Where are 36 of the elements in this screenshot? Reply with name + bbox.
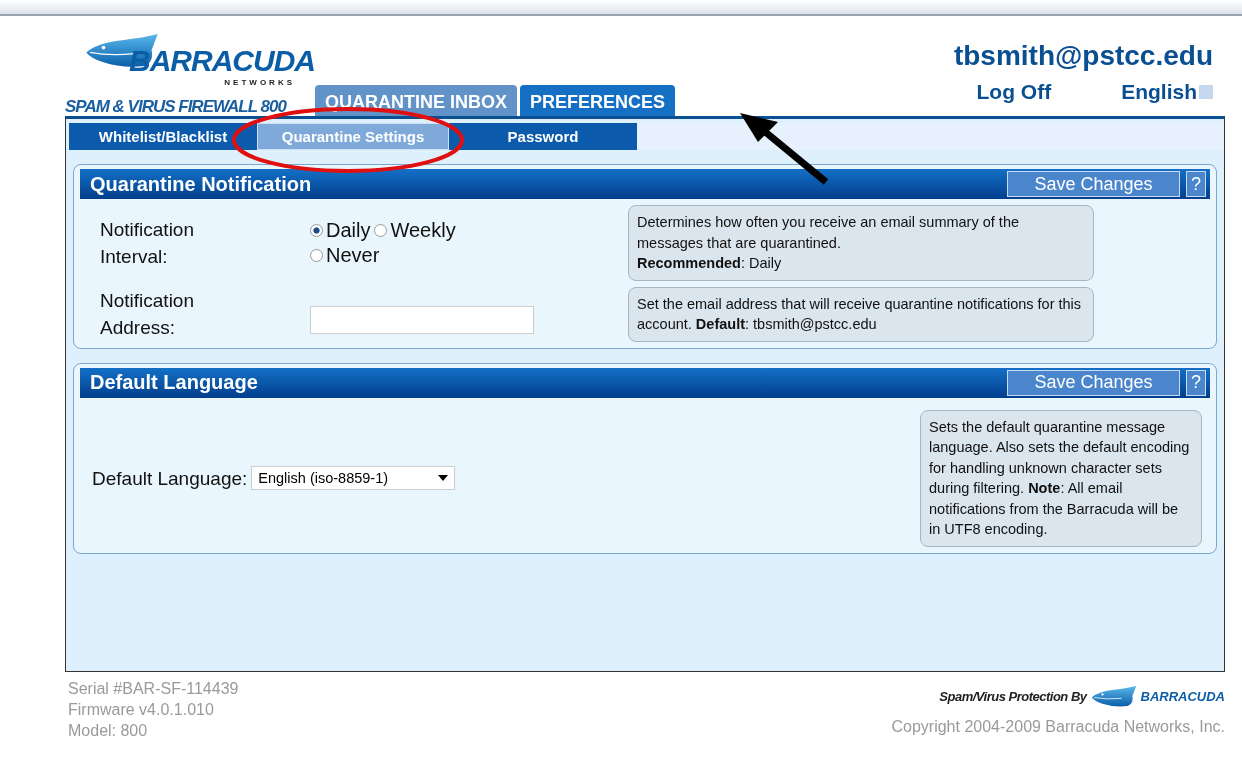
help-button[interactable]: ? (1186, 171, 1206, 197)
address-input-field[interactable] (310, 306, 534, 334)
barracuda-fish-icon (1090, 684, 1137, 708)
device-info: Firmware v4.0.1.010 (68, 700, 215, 720)
field-label: Default Language: (91, 466, 249, 491)
option-label: Never (326, 243, 380, 267)
nav-tab[interactable]: PREFERENCES (520, 85, 676, 116)
field-label: Notification Interval: (99, 217, 195, 269)
radio-button[interactable] (374, 223, 388, 237)
panel-title: Default Language (90, 371, 259, 394)
user-email: tbsmith@pstcc.edu (953, 40, 1213, 72)
product-name: SPAM & VIRUS FIREWALL 800 (65, 97, 288, 117)
help-button[interactable]: ? (1186, 369, 1206, 396)
device-info: Serial #BAR-SF-114439 (68, 679, 239, 699)
radio-button[interactable] (310, 248, 323, 262)
option-label: Weekly (390, 218, 456, 242)
help-text: Sets the default quarantine message language. Also sets the default encoding for handling unknown character sets during filtering. Note: All email notifications from the Barracuda will be in UTF8 encoding. (920, 409, 1202, 547)
sub-tab[interactable]: Password (449, 123, 637, 150)
brand-text: BARRACUDA (1140, 688, 1225, 704)
language-select[interactable]: English (iso-8859-1) (251, 466, 456, 490)
field-label: Notification Address: (99, 289, 195, 340)
copyright-text: Copyright 2004-2009 Barracuda Networks, Inc. (891, 718, 1225, 736)
help-text: Determines how often you receive an email summary of the messages that are quarantined. Recommended: Daily (628, 205, 1094, 281)
language-link[interactable]: English (1121, 80, 1197, 104)
panel-title: Quarantine Notification (90, 172, 313, 196)
log-off-link[interactable]: Log Off (976, 80, 1052, 104)
protection-label: Spam/Virus Protection By (939, 688, 1087, 704)
logo-subtext: NETWORKS (224, 78, 295, 87)
device-info: Model: 800 (68, 721, 149, 741)
help-text: Set the email address that will receive quarantine notifications for this account. Default: tbsmith@pstcc.edu (628, 286, 1094, 342)
save-changes-button[interactable]: Save Changes (1007, 369, 1180, 396)
nav-tab[interactable]: QUARANTINE INBOX (315, 85, 517, 116)
save-changes-button[interactable]: Save Changes (1007, 171, 1180, 197)
radio-button[interactable] (310, 223, 323, 237)
option-label: Daily (326, 218, 371, 242)
sub-tab[interactable]: Whitelist/Blacklist (69, 123, 257, 150)
